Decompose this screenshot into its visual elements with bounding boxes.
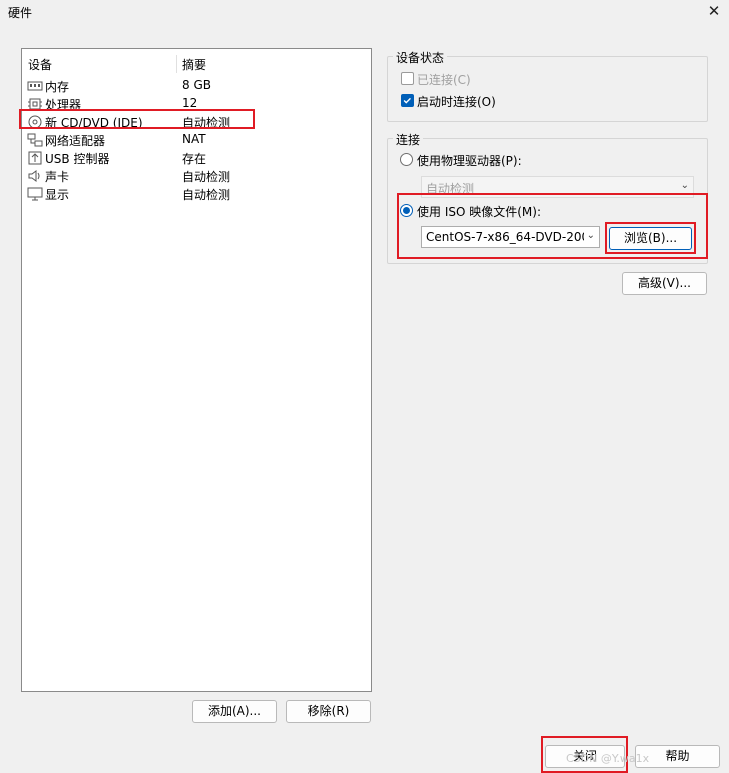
highlight-browse-button — [605, 222, 696, 254]
physical-drive-label: 使用物理驱动器(P): — [417, 154, 522, 168]
checkmark-icon — [403, 97, 411, 104]
sound-icon — [28, 170, 40, 182]
advanced-button[interactable]: 高级(V)... — [622, 272, 707, 295]
connect-at-power-on-checkbox[interactable] — [401, 94, 414, 107]
device-summary: 8 GB — [182, 78, 211, 92]
window-title: 硬件 — [8, 6, 33, 20]
device-name: 网络适配器 — [45, 134, 106, 148]
column-header-device[interactable]: 设备 — [28, 56, 52, 73]
device-row-usb[interactable]: USB 控制器 存在 — [22, 149, 371, 167]
column-divider — [176, 55, 177, 73]
device-summary: NAT — [182, 132, 206, 146]
title-bar: 硬件 ✕ — [0, 0, 729, 24]
add-button[interactable]: 添加(A)... — [192, 700, 277, 723]
device-row-memory[interactable]: 内存 8 GB — [22, 77, 371, 95]
device-summary: 自动检测 — [182, 188, 231, 202]
device-summary: 自动检测 — [182, 170, 231, 184]
memory-icon — [27, 81, 43, 91]
remove-button[interactable]: 移除(R) — [286, 700, 371, 723]
chevron-down-icon: ⌄ — [680, 180, 689, 191]
watermark: CSDN @Y.wa1x — [566, 752, 650, 765]
device-summary: 存在 — [182, 152, 207, 166]
display-icon — [27, 187, 43, 201]
connection-label: 连接 — [393, 131, 424, 148]
physical-drive-radio[interactable] — [400, 153, 413, 166]
network-icon — [27, 133, 43, 147]
connected-checkbox[interactable] — [401, 72, 414, 85]
device-row-network[interactable]: 网络适配器 NAT — [22, 131, 371, 149]
close-icon[interactable]: ✕ — [704, 1, 724, 21]
device-name: 内存 — [45, 80, 70, 94]
device-status-label: 设备状态 — [393, 49, 448, 66]
device-summary: 12 — [182, 96, 198, 110]
device-row-sound[interactable]: 声卡 自动检测 — [22, 167, 371, 185]
device-name: USB 控制器 — [45, 152, 110, 166]
highlight-selected-device — [19, 109, 255, 129]
device-row-display[interactable]: 显示 自动检测 — [22, 185, 371, 203]
column-header-summary[interactable]: 摘要 — [182, 56, 206, 73]
connected-label: 已连接(C) — [417, 73, 471, 87]
connect-at-power-on-label: 启动时连接(O) — [417, 95, 496, 109]
device-list[interactable]: 设备 摘要 内存 8 GB 处理器 12 新 CD/DVD (IDE) 自动检测… — [21, 48, 372, 692]
device-list-header: 设备 摘要 — [22, 55, 371, 73]
usb-icon — [28, 151, 42, 165]
device-name: 声卡 — [45, 170, 70, 184]
device-name: 显示 — [45, 188, 70, 202]
